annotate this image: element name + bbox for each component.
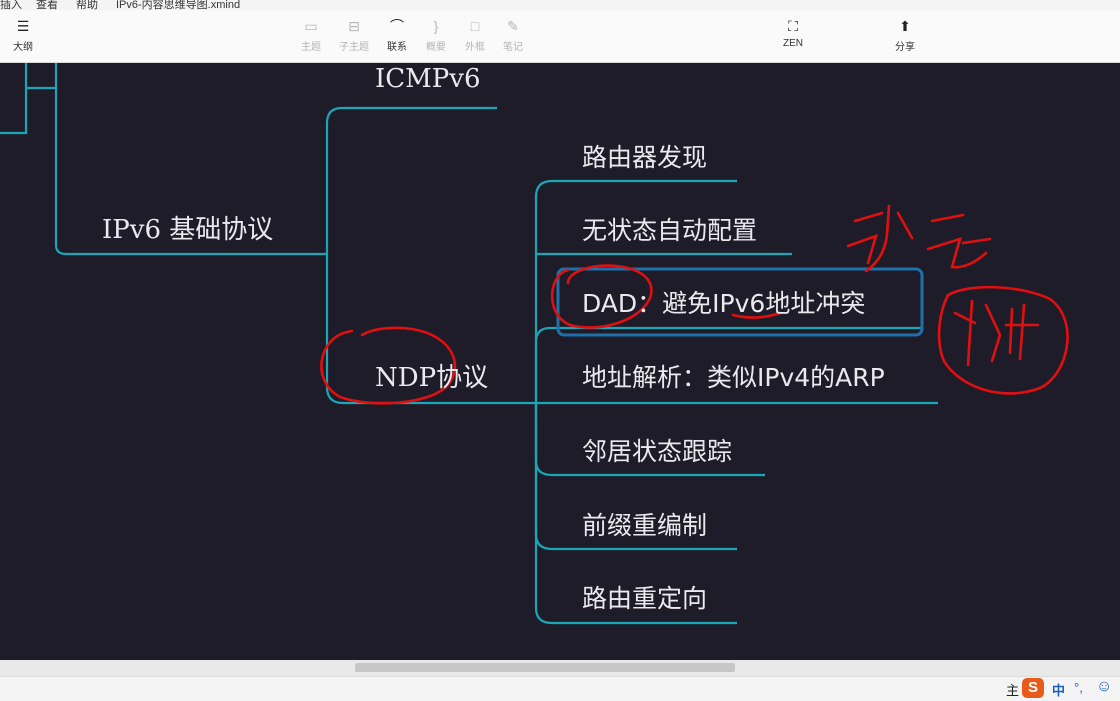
menu-view[interactable]: 查看 bbox=[36, 0, 58, 10]
file-title: IPv6-内容思维导图.xmind bbox=[116, 0, 241, 10]
zen-button[interactable]: ⛶ ZEN bbox=[770, 18, 816, 49]
menu-bar: 插入 查看 帮助 IPv6-内容思维导图.xmind bbox=[0, 0, 1120, 10]
share-icon: ⬆ bbox=[899, 18, 911, 34]
topic-icon: ▭ bbox=[304, 18, 318, 34]
subtopic-button[interactable]: ⊟ 子主题 bbox=[331, 18, 377, 53]
mindmap-canvas[interactable]: ICMPv6 IPv6 基础协议 NDP协议 路由器发现 无状态自动配置 DAD… bbox=[0, 63, 1120, 660]
subtopic-neighbor-tracking[interactable]: 邻居状态跟踪 bbox=[582, 432, 732, 468]
zen-label: ZEN bbox=[783, 38, 803, 49]
outline-label: 大纲 bbox=[13, 42, 33, 53]
ime-brand-icon[interactable]: S bbox=[1022, 678, 1044, 698]
notes-icon: ✎ bbox=[507, 18, 519, 34]
horizontal-scrollbar[interactable] bbox=[0, 660, 1120, 676]
subtopic-label: 子主题 bbox=[339, 42, 369, 53]
subtopic-icon: ⊟ bbox=[348, 18, 360, 34]
connector-lines bbox=[0, 63, 1069, 625]
relationship-label: 联系 bbox=[387, 42, 407, 53]
ime-punct-toggle[interactable]: °, bbox=[1074, 680, 1083, 695]
subtopic-prefix-renumbering[interactable]: 前缀重编制 bbox=[582, 506, 707, 542]
subtopic-address-resolution[interactable]: 地址解析：类似IPv4的ARP bbox=[582, 358, 885, 394]
toolbar: ☰ 大纲 ▭ 主题 ⊟ 子主题 ⌒ 联系 } 概要 □ 外框 ✎ 笔记 ⛶ ZE… bbox=[0, 10, 1120, 63]
menu-insert[interactable]: 插入 bbox=[0, 0, 22, 10]
emoji-icon[interactable]: ☺ bbox=[1096, 678, 1112, 696]
subtopic-dad[interactable]: DAD：避免IPv6地址冲突 bbox=[582, 284, 865, 320]
topic-icmpv6[interactable]: ICMPv6 bbox=[375, 64, 481, 94]
share-button[interactable]: ⬆ 分享 bbox=[882, 18, 928, 53]
share-label: 分享 bbox=[895, 42, 915, 53]
menu-help[interactable]: 帮助 bbox=[76, 0, 98, 10]
boundary-label: 外框 bbox=[465, 42, 485, 53]
notes-button[interactable]: ✎ 笔记 bbox=[490, 18, 536, 53]
topic-ipv6-basic[interactable]: IPv6 基础协议 bbox=[102, 209, 273, 246]
topic-button[interactable]: ▭ 主题 bbox=[288, 18, 334, 53]
outline-button[interactable]: ☰ 大纲 bbox=[0, 18, 46, 53]
outline-icon: ☰ bbox=[16, 18, 30, 34]
topic-label: 主题 bbox=[301, 42, 321, 53]
scrollbar-thumb[interactable] bbox=[355, 663, 735, 672]
subtopic-router-discovery[interactable]: 路由器发现 bbox=[582, 138, 707, 174]
topic-ndp[interactable]: NDP协议 bbox=[375, 357, 488, 394]
notes-label: 笔记 bbox=[503, 42, 523, 53]
zen-icon: ⛶ bbox=[788, 18, 798, 34]
summary-label: 概要 bbox=[426, 42, 446, 53]
subtopic-stateless-autoconfig[interactable]: 无状态自动配置 bbox=[582, 211, 757, 247]
status-bar: 主 S 中 °, ☺ bbox=[0, 676, 1120, 701]
subtopic-route-redirect[interactable]: 路由重定向 bbox=[582, 579, 707, 615]
ime-lang-toggle[interactable]: 中 bbox=[1052, 680, 1065, 699]
status-label: 主 bbox=[1006, 683, 1020, 698]
